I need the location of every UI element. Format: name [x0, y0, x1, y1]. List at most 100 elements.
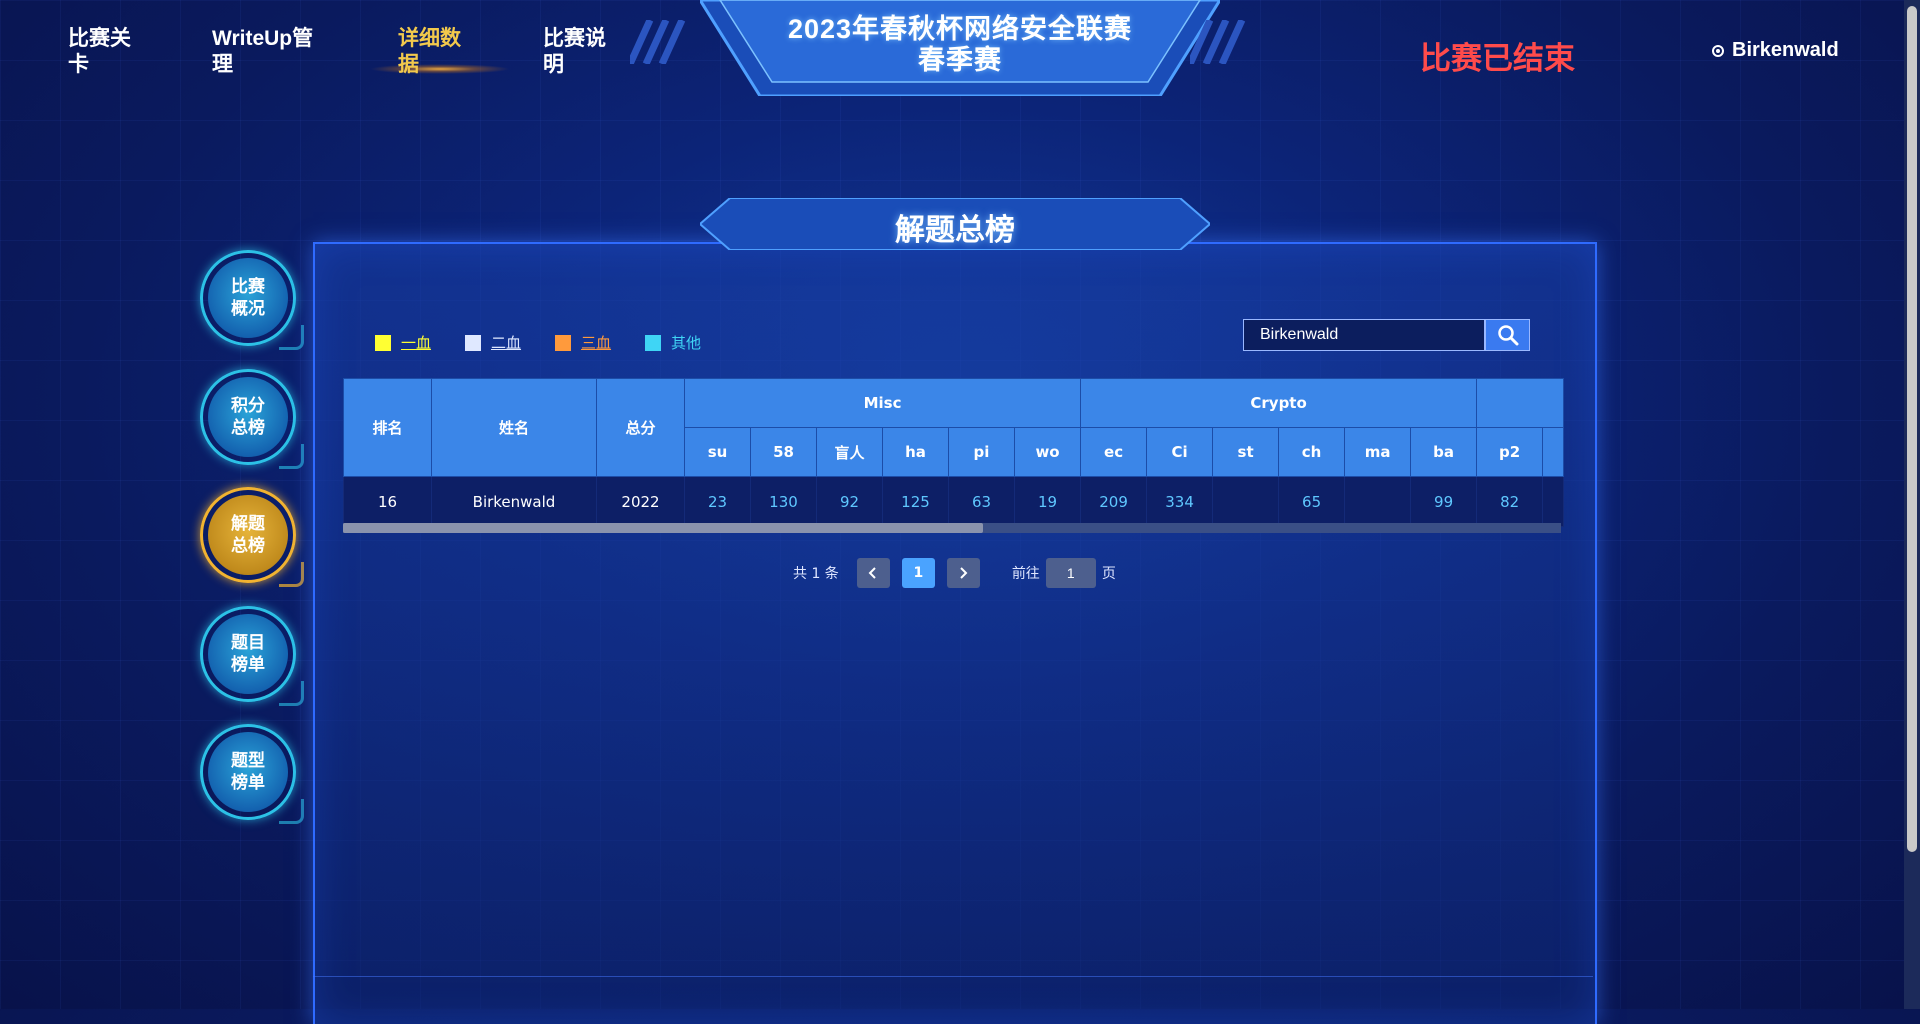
- side-nav-challenge-board[interactable]: 题目 榜单: [200, 606, 304, 706]
- header-group-crypto: Crypto: [1080, 378, 1478, 428]
- leaderboard-table: 排名 姓名 总分 Misc Crypto su 58 盲人 ha pi wo e…: [343, 378, 1565, 527]
- nav-item-details[interactable]: 详细数 据: [398, 26, 461, 78]
- user-radio-icon: [1712, 44, 1724, 57]
- side-label: 比赛 概况: [208, 258, 288, 338]
- header-group-next: [1476, 378, 1565, 428]
- cell-score: 23: [684, 476, 751, 527]
- legend-swatch: [465, 334, 482, 351]
- header-col: 58: [750, 427, 817, 477]
- legend-third-blood[interactable]: 三血: [555, 332, 611, 353]
- header-col-partial: [1542, 427, 1565, 477]
- nav-label-line1: 详细数: [398, 27, 461, 50]
- header-col: ma: [1344, 427, 1412, 477]
- side-line2: 总榜: [231, 536, 265, 556]
- cell-score: 63: [948, 476, 1015, 527]
- side-label: 解题 总榜: [208, 495, 288, 575]
- cell-rank: 16: [343, 476, 432, 527]
- header-col: pi: [948, 427, 1015, 477]
- side-label: 题型 榜单: [208, 732, 288, 812]
- side-nav-overview[interactable]: 比赛 概况: [200, 250, 304, 350]
- side-line1: 题型: [231, 751, 265, 771]
- legend-first-blood[interactable]: 一血: [375, 332, 431, 353]
- cell-score: 130: [750, 476, 817, 527]
- legend-swatch: [555, 334, 572, 351]
- side-deco: [279, 444, 304, 469]
- side-line1: 比赛: [231, 277, 265, 297]
- nav-label-line1: WriteUp管: [212, 27, 314, 50]
- header-col: Ci: [1146, 427, 1214, 477]
- legend-label: 其他: [671, 334, 702, 352]
- chevron-left-icon: [868, 567, 877, 579]
- side-nav-category-board[interactable]: 题型 榜单: [200, 724, 304, 824]
- side-nav-solve-board[interactable]: 解题 总榜: [200, 487, 304, 587]
- legend-other[interactable]: 其他: [645, 332, 701, 353]
- nav-item-rules[interactable]: 比赛说 明: [543, 26, 606, 78]
- cell-score: [1344, 476, 1412, 527]
- page-scrollbar-thumb[interactable]: [1907, 6, 1917, 852]
- next-page-button[interactable]: [946, 558, 980, 588]
- header-col: su: [684, 427, 751, 477]
- cell-score: 92: [816, 476, 883, 527]
- nav-label-line2: 据: [398, 53, 419, 76]
- side-line2: 总榜: [231, 418, 265, 438]
- nav-label-line2: 卡: [68, 53, 89, 76]
- side-nav-score-board[interactable]: 积分 总榜: [200, 369, 304, 469]
- goto-page-input[interactable]: [1045, 558, 1096, 588]
- search-box: [1243, 319, 1530, 351]
- side-label: 积分 总榜: [208, 377, 288, 457]
- legend-second-blood[interactable]: 二血: [465, 332, 521, 353]
- cell-score: [1212, 476, 1280, 527]
- side-line2: 榜单: [231, 655, 265, 675]
- header-col: ha: [882, 427, 949, 477]
- cell-score: 82: [1476, 476, 1544, 527]
- cell-score: 65: [1278, 476, 1346, 527]
- cell-total: 2022: [596, 476, 685, 527]
- table-scrollbar-thumb[interactable]: [343, 523, 983, 533]
- legend-label: 三血: [581, 334, 612, 352]
- cell-score: 125: [882, 476, 949, 527]
- side-deco: [279, 325, 304, 350]
- legend-swatch: [645, 334, 662, 351]
- chevron-right-icon: [960, 567, 968, 579]
- user-menu[interactable]: Birkenwald: [1712, 39, 1839, 62]
- legend: 一血 二血 三血 其他: [375, 332, 701, 353]
- side-deco: [279, 799, 304, 824]
- pagination-total: 共 1 条: [793, 566, 839, 582]
- title-line2: 春季赛: [918, 45, 1002, 75]
- username: Birkenwald: [1732, 39, 1839, 61]
- search-button[interactable]: [1485, 319, 1530, 351]
- side-line1: 解题: [231, 514, 265, 534]
- search-icon: [1497, 325, 1518, 346]
- nav-item-levels[interactable]: 比赛关 卡: [68, 26, 131, 78]
- cell-score: 334: [1146, 476, 1214, 527]
- header-col: p2: [1476, 427, 1544, 477]
- cell-score: 209: [1080, 476, 1148, 527]
- header-col: ba: [1410, 427, 1478, 477]
- nav-label-line1: 比赛说: [543, 27, 606, 50]
- prev-page-button[interactable]: [856, 558, 890, 588]
- cell-name: Birkenwald: [431, 476, 597, 527]
- header-col: ch: [1278, 427, 1346, 477]
- side-label: 题目 榜单: [208, 614, 288, 694]
- side-line1: 积分: [231, 396, 265, 416]
- panel-divider: [313, 976, 1593, 977]
- nav-label-line2: 理: [212, 53, 233, 76]
- page-button-current[interactable]: 1: [901, 558, 935, 588]
- header-col: wo: [1013, 427, 1082, 477]
- nav-label-line1: 比赛关: [68, 27, 131, 50]
- header-total: 总分: [596, 378, 685, 477]
- table-row: 16 Birkenwald 2022 23 130 92 125 63 19 2…: [343, 476, 1565, 527]
- search-input[interactable]: [1243, 319, 1485, 351]
- goto-suffix: 页: [1101, 566, 1116, 582]
- panel-title: 解题总榜: [895, 213, 1015, 248]
- side-line2: 榜单: [231, 773, 265, 793]
- page-scrollbar[interactable]: [1904, 0, 1920, 1009]
- cell-score: 19: [1013, 476, 1082, 527]
- side-deco: [279, 681, 304, 706]
- header-col: st: [1212, 427, 1280, 477]
- nav-item-writeup[interactable]: WriteUp管 理: [212, 26, 313, 78]
- banner-stripes-left: [630, 20, 686, 64]
- page-title: 2023年春秋杯网络安全联赛 春季赛: [700, 14, 1220, 76]
- pagination: 共 1 条 1 前往 页: [793, 558, 1116, 588]
- competition-status: 比赛已结束: [1420, 41, 1575, 76]
